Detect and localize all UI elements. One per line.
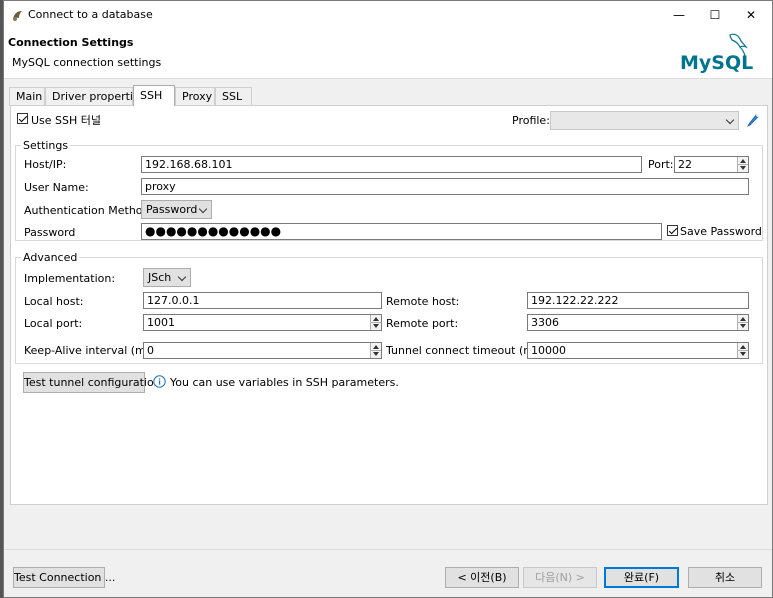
implementation-select[interactable]: JSch [143, 268, 191, 287]
window-title: Connect to a database [28, 8, 153, 21]
remote-port-input[interactable]: 3306 [527, 314, 749, 331]
minimize-button[interactable]: — [661, 1, 697, 29]
local-port-label: Local port: [24, 317, 83, 330]
keepalive-input[interactable]: 0 [143, 342, 382, 359]
tunnel-timeout-input[interactable]: 10000 [527, 342, 749, 359]
tunnel-timeout-stepper[interactable] [737, 343, 748, 358]
remote-port-stepper[interactable] [737, 315, 748, 330]
wizard-header: Connection Settings MySQL connection set… [4, 29, 772, 79]
tab-main[interactable]: Main [9, 87, 45, 106]
pencil-icon[interactable] [746, 113, 760, 127]
auth-method-select[interactable]: Password [141, 200, 212, 219]
remote-host-label: Remote host: [386, 295, 460, 308]
next-button[interactable]: 다음(N) > [523, 567, 597, 588]
tab-ssl[interactable]: SSL [215, 87, 252, 106]
keepalive-label: Keep-Alive interval (ms): [24, 344, 160, 357]
info-icon [153, 375, 166, 388]
advanced-group: Advanced Implementation: JSch Local host… [15, 251, 763, 364]
save-password-checkbox[interactable] [667, 225, 678, 236]
footer-divider [4, 549, 772, 550]
settings-legend: Settings [21, 139, 71, 152]
local-port-stepper[interactable] [370, 315, 381, 330]
dialog-window: Connect to a database — ☐ ✕ Connection S… [3, 0, 773, 598]
page-title: Connection Settings [8, 36, 134, 49]
port-stepper[interactable] [737, 157, 748, 172]
ssh-panel: Use SSH 터널 Profile: Settings Host/IP: 19… [10, 105, 768, 505]
maximize-button[interactable]: ☐ [697, 1, 733, 29]
local-host-input[interactable]: 127.0.0.1 [143, 292, 382, 309]
host-input[interactable]: 192.168.68.101 [141, 156, 642, 173]
host-label: Host/IP: [24, 158, 67, 171]
remote-host-input[interactable]: 192.122.22.222 [527, 292, 749, 309]
password-label: Password [24, 226, 76, 239]
finish-button[interactable]: 완료(F) [604, 567, 679, 588]
cancel-button[interactable]: 취소 [688, 567, 762, 588]
advanced-legend: Advanced [21, 251, 80, 264]
dbeaver-icon [13, 11, 22, 21]
password-input[interactable]: ●●●●●●●●●●●●● [141, 223, 662, 240]
settings-group: Settings Host/IP: 192.168.68.101 Port: 2… [15, 139, 763, 241]
implementation-label: Implementation: [24, 272, 116, 285]
page-subtitle: MySQL connection settings [12, 56, 162, 69]
remote-port-label: Remote port: [386, 317, 459, 330]
local-host-label: Local host: [24, 295, 84, 308]
tunnel-timeout-label: Tunnel connect timeout (ms): [386, 344, 548, 357]
local-port-input[interactable]: 1001 [143, 314, 382, 331]
back-button[interactable]: < 이전(B) [445, 567, 519, 588]
mysql-logo: MySQL [680, 33, 753, 74]
save-password-label: Save Password [680, 225, 762, 238]
keepalive-stepper[interactable] [370, 343, 381, 358]
close-button[interactable]: ✕ [733, 1, 769, 29]
port-input[interactable]: 22 [674, 156, 749, 173]
port-label: Port: [648, 158, 674, 171]
auth-method-label: Authentication Method: [24, 204, 154, 217]
use-ssh-label: Use SSH 터널 [31, 114, 102, 127]
test-connection-button[interactable]: Test Connection ... [13, 567, 115, 588]
svg-text:MySQL: MySQL [680, 52, 753, 74]
use-ssh-checkbox[interactable] [17, 113, 28, 124]
info-text: You can use variables in SSH parameters. [170, 376, 399, 389]
title-bar: Connect to a database — ☐ ✕ [4, 1, 772, 29]
test-tunnel-button[interactable]: Test tunnel configuration [23, 372, 161, 393]
tab-ssh[interactable]: SSH [133, 85, 175, 106]
profile-label: Profile: [512, 114, 550, 127]
tab-driver-properties[interactable]: Driver properties [45, 87, 145, 106]
tab-proxy[interactable]: Proxy [175, 87, 215, 106]
profile-select[interactable] [550, 111, 739, 130]
user-name-input[interactable]: proxy [141, 178, 749, 195]
user-name-label: User Name: [24, 181, 89, 194]
